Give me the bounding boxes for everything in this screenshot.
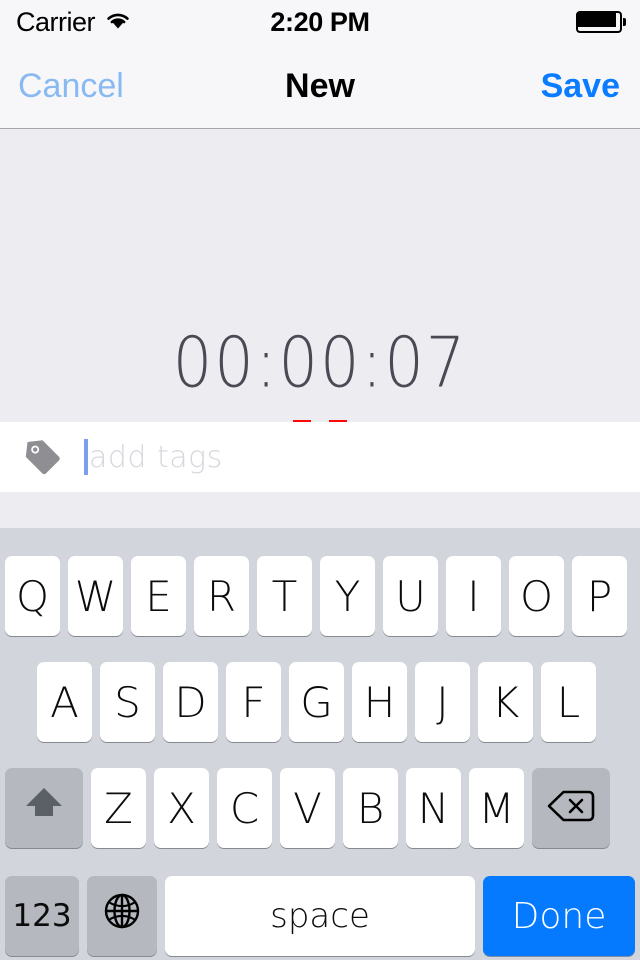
- tags-input[interactable]: add tags: [84, 436, 223, 478]
- tags-field-row[interactable]: add tags: [0, 422, 640, 492]
- battery-full-icon: [576, 11, 626, 33]
- key-j[interactable]: J: [415, 662, 470, 742]
- onscreen-keyboard: Q W E R T Y U I O P A S D F G H J K L Z …: [0, 528, 640, 960]
- key-w[interactable]: W: [68, 556, 123, 636]
- timer-panel: 00:00:07: [0, 130, 640, 482]
- keyboard-row-3: Z X C V B N M: [0, 768, 640, 848]
- key-u[interactable]: U: [383, 556, 438, 636]
- key-p[interactable]: P: [572, 556, 627, 636]
- globe-language-icon: [101, 890, 143, 942]
- numbers-key[interactable]: 123: [5, 876, 79, 956]
- key-y[interactable]: Y: [320, 556, 375, 636]
- key-m[interactable]: M: [469, 768, 524, 848]
- key-k[interactable]: K: [478, 662, 533, 742]
- status-bar: Carrier 2:20 PM: [0, 0, 640, 44]
- app-screen: Carrier 2:20 PM Cancel New Save 00:00:07…: [0, 0, 640, 960]
- done-key[interactable]: Done: [483, 876, 635, 956]
- key-n[interactable]: N: [406, 768, 461, 848]
- timer-display: 00:00:07: [172, 321, 468, 404]
- backspace-delete-icon: [547, 784, 595, 833]
- globe-key[interactable]: [87, 876, 157, 956]
- keyboard-row-1: Q W E R T Y U I O P: [0, 556, 640, 636]
- key-z[interactable]: Z: [91, 768, 146, 848]
- key-f[interactable]: F: [226, 662, 281, 742]
- key-o[interactable]: O: [509, 556, 564, 636]
- key-a[interactable]: A: [37, 662, 92, 742]
- shift-up-arrow-icon: [22, 783, 66, 833]
- key-d[interactable]: D: [163, 662, 218, 742]
- key-x[interactable]: X: [154, 768, 209, 848]
- key-c[interactable]: C: [217, 768, 272, 848]
- key-q[interactable]: Q: [5, 556, 60, 636]
- key-s[interactable]: S: [100, 662, 155, 742]
- key-b[interactable]: B: [343, 768, 398, 848]
- status-bar-right: [576, 11, 626, 33]
- keyboard-row-4: 123 space Done: [0, 876, 640, 956]
- space-key[interactable]: space: [165, 876, 475, 956]
- shift-key[interactable]: [5, 768, 83, 848]
- keyboard-row-2: A S D F G H J K L: [0, 662, 640, 742]
- save-button[interactable]: Save: [541, 67, 620, 106]
- key-e[interactable]: E: [131, 556, 186, 636]
- text-caret: [84, 439, 88, 475]
- key-v[interactable]: V: [280, 768, 335, 848]
- key-l[interactable]: L: [541, 662, 596, 742]
- status-bar-time: 2:20 PM: [270, 6, 370, 37]
- content-spacer: [0, 492, 640, 528]
- key-t[interactable]: T: [257, 556, 312, 636]
- key-g[interactable]: G: [289, 662, 344, 742]
- backspace-key[interactable]: [532, 768, 610, 848]
- navigation-bar: Cancel New Save: [0, 44, 640, 129]
- tags-input-placeholder: add tags: [89, 439, 223, 475]
- tag-icon: [22, 436, 64, 478]
- key-h[interactable]: H: [352, 662, 407, 742]
- key-r[interactable]: R: [194, 556, 249, 636]
- key-i[interactable]: I: [446, 556, 501, 636]
